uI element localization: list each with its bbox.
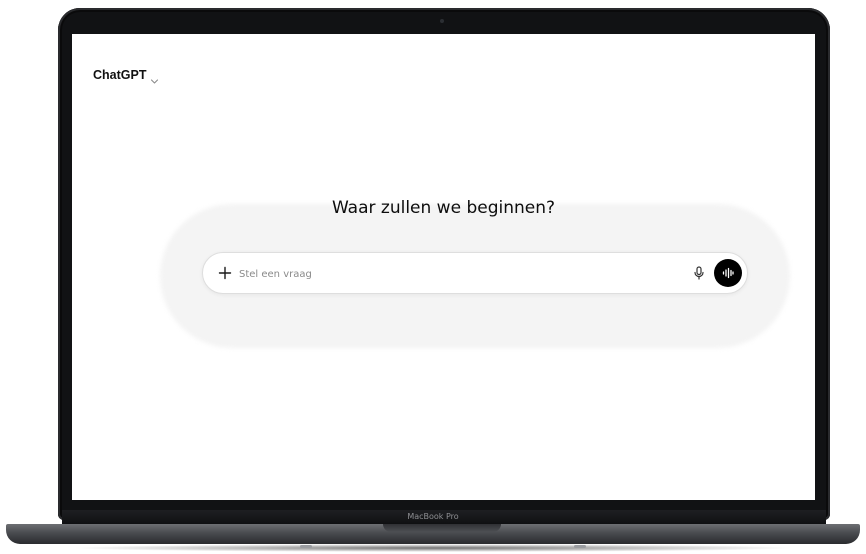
prompt-composer: [202, 252, 748, 294]
laptop-frame: ChatGPT Waar zullen we beginnen? Stel ee…: [0, 0, 866, 554]
chevron-down-icon: [150, 71, 159, 84]
foot-right: [574, 545, 586, 548]
plus-icon[interactable]: [215, 263, 235, 283]
voice-mode-button[interactable]: [714, 259, 742, 287]
model-selector[interactable]: ChatGPT: [93, 68, 159, 84]
model-selector-label: ChatGPT: [93, 68, 147, 82]
page-title: Waar zullen we beginnen?: [331, 198, 556, 218]
base-shadow: [70, 544, 796, 552]
prompt-input[interactable]: [237, 262, 681, 286]
opening-notch: [383, 524, 501, 532]
microphone-icon[interactable]: [690, 264, 708, 282]
foot-left: [300, 545, 312, 548]
browser-screen: ChatGPT Waar zullen we beginnen?: [72, 34, 815, 500]
device-brand-label: MacBook Pro: [407, 512, 459, 521]
webcam: [440, 19, 444, 23]
voice-waveform-icon: [722, 267, 734, 279]
